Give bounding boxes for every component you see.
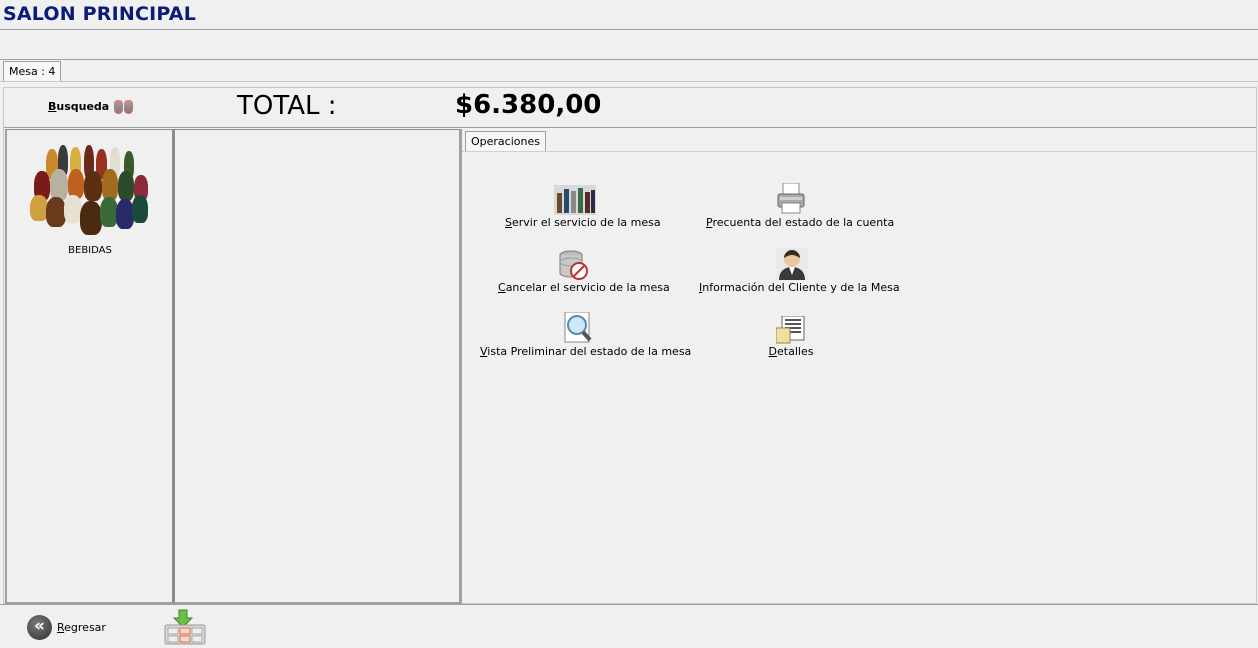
ops-tab-divider: [462, 151, 1256, 152]
search-button[interactable]: Busqueda: [48, 97, 135, 115]
tab-operaciones[interactable]: Operaciones: [465, 131, 546, 151]
keyboard-download-icon: [164, 609, 206, 645]
operations-pane: Operaciones Servir el servicio de la mes…: [461, 129, 1256, 604]
cancel-database-icon: [498, 246, 648, 280]
serve-service-label: Servir el servicio de la mesa: [505, 216, 661, 229]
details-button[interactable]: Detalles: [756, 310, 826, 358]
cancel-service-button[interactable]: Cancelar el servicio de la mesa: [498, 246, 670, 294]
customer-info-label: Información del Cliente y de la Mesa: [699, 281, 900, 294]
customer-icon: [699, 246, 884, 280]
footer-bar: « Regresar: [0, 604, 1258, 648]
header-row: Busqueda TOTAL : $6.380,00: [4, 88, 1256, 128]
precount-label: Precuenta del estado de la cuenta: [706, 216, 895, 229]
tab-divider: [0, 81, 1258, 82]
order-items-pane: [174, 129, 461, 604]
serve-service-button[interactable]: Servir el servicio de la mesa: [505, 181, 661, 229]
bottles-icon: [28, 145, 152, 241]
title-bar: SALON PRINCIPAL: [0, 0, 1258, 30]
tab-mesa[interactable]: Mesa : 4: [3, 61, 62, 81]
cancel-service-label: Cancelar el servicio de la mesa: [498, 281, 670, 294]
precount-button[interactable]: Precuenta del estado de la cuenta: [706, 181, 895, 229]
toolbar-strip: [0, 31, 1258, 60]
search-label: Busqueda: [48, 99, 110, 113]
category-pane: BEBIDAS: [5, 129, 174, 604]
window-title: SALON PRINCIPAL: [3, 3, 197, 25]
details-label: Detalles: [768, 345, 814, 358]
back-button[interactable]: « Regresar: [27, 615, 106, 640]
total-label: TOTAL :: [237, 91, 337, 121]
preview-label: Vista Preliminar del estado de la mesa: [480, 345, 692, 358]
keyboard-button[interactable]: [164, 609, 206, 645]
preview-magnifier-icon: [480, 310, 675, 344]
category-bebidas[interactable]: BEBIDAS: [28, 145, 152, 256]
main-frame: Busqueda TOTAL : $6.380,00 BEBIDAS Opera…: [3, 87, 1257, 604]
customer-info-button[interactable]: Información del Cliente y de la Mesa: [699, 246, 900, 294]
category-label: BEBIDAS: [68, 245, 112, 256]
preview-button[interactable]: Vista Preliminar del estado de la mesa: [480, 310, 692, 358]
serve-bottles-icon: [505, 181, 645, 215]
printer-icon: [706, 181, 876, 215]
total-value: $6.380,00: [455, 90, 602, 120]
double-chevron-left-icon: «: [27, 615, 52, 640]
back-label: Regresar: [57, 621, 106, 634]
details-document-icon: [756, 310, 826, 344]
binoculars-icon: [113, 97, 135, 115]
